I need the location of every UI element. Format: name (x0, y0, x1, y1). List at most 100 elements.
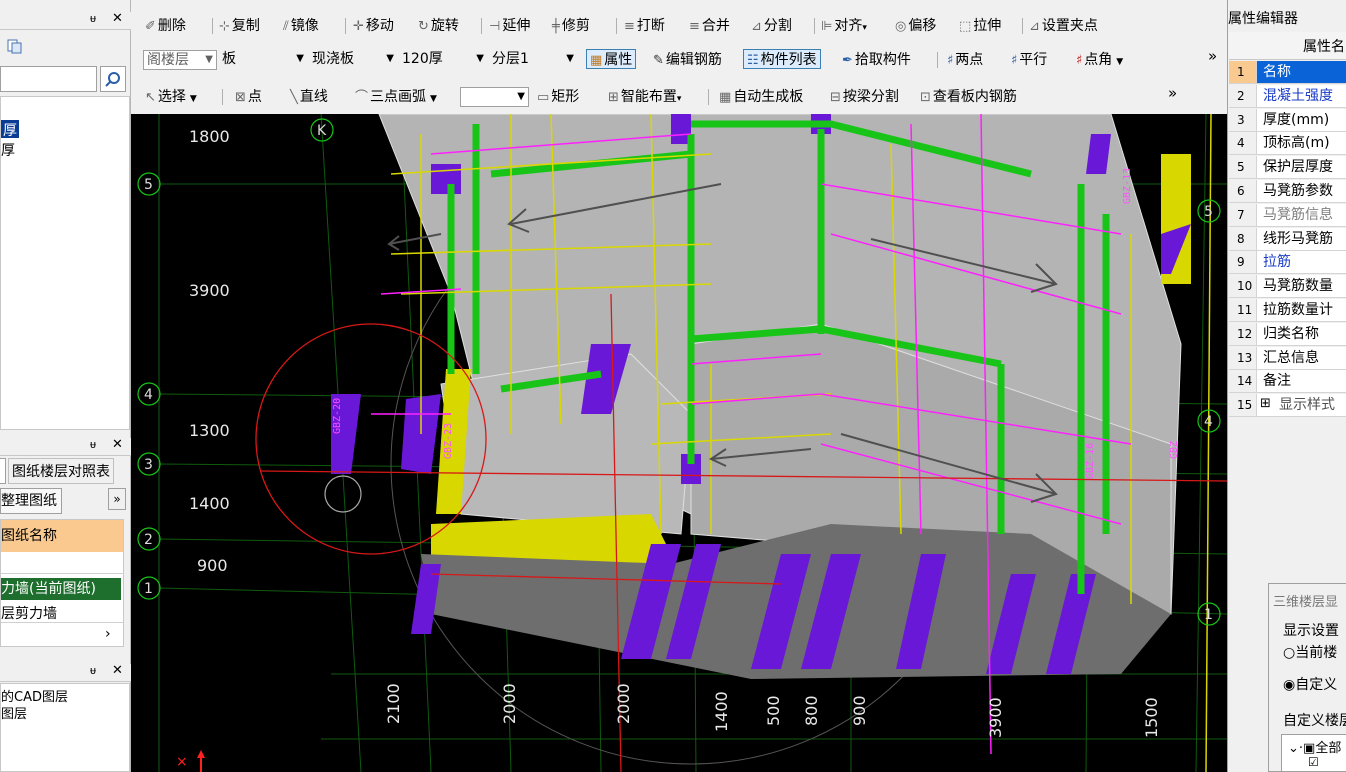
more-button[interactable]: » (108, 488, 126, 510)
dimension-label: 1500 (1142, 697, 1161, 738)
3d-floor-display-dialog: 三维楼层显 显示设置 ○当前楼 ◉自定义 自定义楼层 ⌄·▣全部 ☑ (1268, 583, 1346, 772)
expand-icon[interactable]: ⊞ (1260, 396, 1271, 411)
pick-component-button[interactable]: ✒ 拾取构件 (842, 50, 911, 70)
property-row[interactable]: 11 拉筋数量计 (1229, 299, 1346, 322)
property-name: 马凳筋参数 (1263, 183, 1333, 199)
split-button[interactable]: ⊿ 分割 (751, 16, 792, 36)
component-label: GBZ-23 (443, 423, 454, 459)
search-button[interactable] (100, 66, 126, 92)
edit-rebar-icon: ✎ (653, 53, 664, 68)
point-angle-button[interactable]: ♯ 点角 ▼ (1076, 50, 1123, 70)
copy-button[interactable]: ⊹ 复制 (219, 16, 260, 36)
arc-icon: ⌒ (355, 90, 369, 105)
view-rebar-button[interactable]: ⊡ 查看板内钢筋 (920, 87, 1017, 107)
separator (814, 18, 815, 34)
list-item[interactable]: 厚 (1, 120, 19, 139)
property-row[interactable]: 1 名称 (1229, 61, 1346, 84)
property-row[interactable]: 12 归类名称 (1229, 322, 1346, 346)
scroll-right-icon[interactable]: › (105, 626, 111, 642)
current-floor-radio[interactable]: ○当前楼 (1283, 642, 1337, 662)
two-points-button[interactable]: ♯ 两点 (947, 50, 983, 70)
organize-drawings-button[interactable]: 整理图纸 (0, 488, 62, 514)
break-button[interactable]: ≡ 打断 (624, 16, 665, 36)
property-row[interactable]: 8 线形马凳筋 (1229, 227, 1346, 251)
property-editor-panel: 属性编辑器 属性名 1 名称 2 混凝土强度 3 厚度(mm) 4 顶标高(m) 5 保护层厚度 6… (1227, 0, 1346, 772)
search-icon (105, 72, 120, 87)
chevron-down-icon: ▼ (517, 91, 525, 102)
tab-drawing-list[interactable] (0, 458, 6, 484)
component-type-select[interactable]: 板 ▼ (219, 50, 307, 70)
rectangle-button[interactable]: ▭ 矩形 (537, 87, 579, 107)
auto-slab-button[interactable]: ▦ 自动生成板 (719, 87, 803, 107)
floor-select[interactable]: 阁楼层 ▼ (143, 50, 217, 70)
layer-select[interactable]: 分层1 ▼ (489, 50, 577, 70)
checkbox-icon[interactable]: ☑ (1308, 755, 1319, 769)
separator (937, 52, 938, 68)
close-icon[interactable]: ✕ (112, 663, 123, 678)
list-item[interactable]: 图层 (1, 703, 27, 722)
property-row[interactable]: 14 备注 (1229, 370, 1346, 394)
merge-button[interactable]: ≡ 合并 (689, 16, 730, 36)
pin-icon[interactable]: ᵾ (90, 438, 96, 451)
close-icon[interactable]: ✕ (112, 437, 123, 452)
property-row[interactable]: 5 保护层厚度 (1229, 156, 1346, 180)
tab-layer-mapping[interactable]: 图纸楼层对照表 (8, 458, 114, 484)
line-button[interactable]: ╲ 直线 (290, 87, 328, 107)
axis-label: 2 (144, 532, 153, 548)
pin-icon[interactable]: ᵾ (90, 664, 96, 677)
rotate-button[interactable]: ↻ 旋转 (418, 16, 459, 36)
merge-icon: ≡ (689, 19, 700, 34)
trim-button[interactable]: ╪ 修剪 (552, 16, 590, 36)
set-grip-button[interactable]: ⊿ 设置夹点 (1029, 16, 1098, 36)
parallel-icon: ♯ (1011, 53, 1018, 68)
point-button[interactable]: ⊠ 点 (235, 87, 262, 107)
component-list-button[interactable]: ☷ 构件列表 (743, 49, 821, 69)
edit-rebar-button[interactable]: ✎ 编辑钢筋 (653, 50, 722, 70)
dimension-label: 2000 (500, 683, 519, 724)
thickness-select[interactable]: 120厚 ▼ (399, 50, 487, 70)
property-row[interactable]: 9 拉筋 (1229, 251, 1346, 275)
beam-split-button[interactable]: ⊟ 按梁分割 (830, 87, 899, 107)
property-row[interactable]: 4 顶标高(m) (1229, 132, 1346, 156)
tree-item[interactable]: ⌄·▣全部 (1288, 737, 1341, 756)
more-button[interactable]: » (1208, 46, 1217, 66)
extend-button[interactable]: ⊣ 延伸 (489, 16, 530, 36)
table-row[interactable] (1, 554, 123, 574)
axis-label: 4 (144, 387, 153, 403)
property-row[interactable]: 6 马凳筋参数 (1229, 180, 1346, 203)
property-row[interactable]: 2 混凝土强度 (1229, 84, 1346, 108)
component-subtype-select[interactable]: 现浇板 ▼ (309, 50, 397, 70)
row-number: 1 (1229, 61, 1257, 83)
mirror-button[interactable]: ⫽ 镜像 (283, 16, 319, 36)
property-row[interactable]: 13 汇总信息 (1229, 346, 1346, 370)
table-row[interactable]: 层剪力墙 (1, 603, 123, 623)
component-search-input[interactable] (0, 66, 97, 92)
delete-button[interactable]: ✐ 删除 (145, 16, 186, 36)
chevron-down-icon: ▼ (386, 53, 394, 64)
select-button[interactable]: ↖ 选择 ▼ (145, 87, 197, 107)
arc-button[interactable]: ⌒ 三点画弧 ▼ (355, 87, 437, 107)
property-row[interactable]: 7 马凳筋信息 (1229, 203, 1346, 227)
table-row-selected[interactable]: 力墙(当前图纸) (1, 578, 121, 600)
property-row[interactable]: 15 显示样式 ⊞ (1229, 394, 1346, 418)
align-button[interactable]: ⊫ 对齐▾ (821, 16, 867, 36)
property-row[interactable]: 3 厚度(mm) (1229, 108, 1346, 132)
more-button[interactable]: » (1168, 83, 1177, 103)
stretch-button[interactable]: ⬚ 拉伸 (959, 16, 1001, 36)
list-item[interactable]: 厚 (1, 140, 15, 160)
custom-floor-radio[interactable]: ◉自定义 (1283, 674, 1337, 694)
checkbox-icon: ▣ (1303, 741, 1316, 756)
3d-viewport[interactable]: 5 4 3 2 1 K 5 4 1 1800 3900 1300 1400 90… (131, 114, 1227, 772)
close-icon[interactable]: ✕ (112, 11, 123, 26)
offset-button[interactable]: ◎ 偏移 (895, 16, 936, 36)
copy-icon[interactable] (6, 38, 26, 54)
property-row[interactable]: 10 马凳筋数量 (1229, 275, 1346, 299)
model-canvas[interactable]: 5 4 3 2 1 K 5 4 1 1800 3900 1300 1400 90… (131, 114, 1227, 772)
shape-select[interactable]: ▼ (460, 87, 529, 107)
separator (481, 18, 482, 34)
pin-icon[interactable]: ᵾ (90, 12, 96, 25)
move-button[interactable]: ✛ 移动 (353, 16, 394, 36)
smart-layout-button[interactable]: ⊞ 智能布置▾ (608, 87, 681, 107)
properties-button[interactable]: ▦ 属性 (586, 49, 637, 69)
parallel-button[interactable]: ♯ 平行 (1011, 50, 1047, 70)
